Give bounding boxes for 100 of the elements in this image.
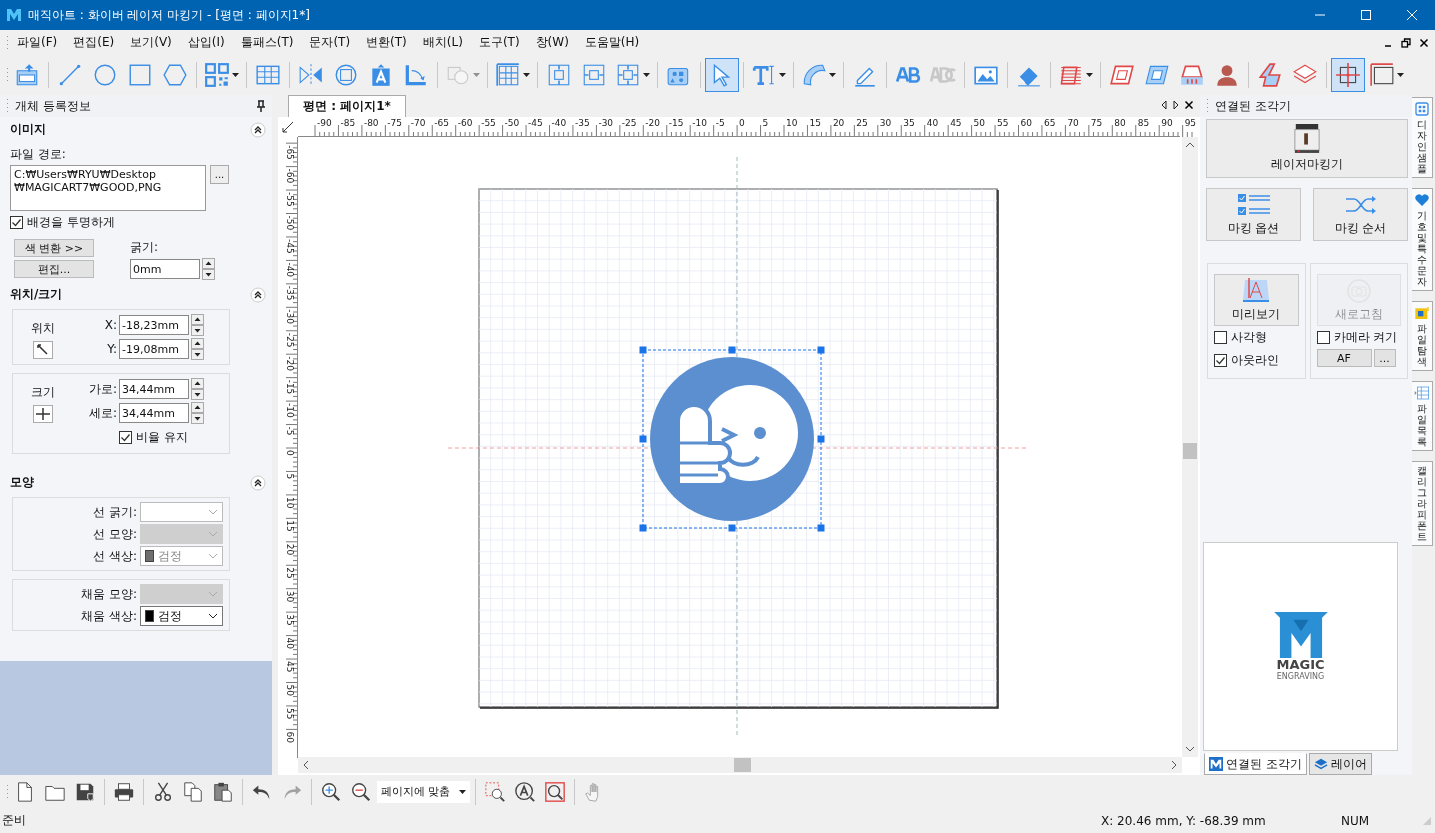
spin-button[interactable] [191, 338, 204, 360]
size-field[interactable]: 34,44mm [119, 379, 189, 399]
zoom-box-icon [543, 780, 566, 803]
menu-item[interactable]: 편집(E) [65, 34, 123, 51]
ruler-label: -25 [285, 332, 295, 348]
menu-item[interactable]: 파일(F) [9, 34, 66, 51]
spin-button[interactable] [202, 258, 215, 280]
ruler-label: 50 [285, 684, 295, 696]
machine-button[interactable]: 레이저마킹기 [1206, 119, 1408, 178]
zoom-dropdown[interactable]: 페이지에 맞춤 [377, 780, 470, 803]
ruler-label: 30 [879, 118, 892, 128]
selection-box[interactable] [639, 346, 825, 532]
side-tab[interactable]: 디자인 샘플 [1412, 97, 1433, 178]
printer-icon [113, 780, 135, 803]
anchor-icon[interactable] [33, 341, 53, 359]
side-tab[interactable]: 파일 목록 [1412, 381, 1433, 451]
option-button[interactable]: 마킹 옵션 [1206, 188, 1301, 241]
ruler-label: -20 [285, 356, 295, 371]
next-icon[interactable] [1172, 100, 1180, 110]
side-tab[interactable]: 파일 탐색 [1412, 301, 1433, 371]
scroll-thumb[interactable] [734, 758, 751, 772]
line-icon [57, 62, 83, 88]
dropdown[interactable]: 검정 [140, 606, 223, 626]
menu-item[interactable]: 삽입(I) [179, 34, 233, 51]
centered-box-icon [546, 62, 572, 88]
pin-icon[interactable] [256, 100, 266, 112]
ruler-label: -25 [621, 118, 637, 128]
menu-item[interactable]: 배치(L) [414, 34, 471, 51]
caret-icon [643, 73, 650, 77]
field-label: 굵기: [130, 239, 160, 256]
ruler-label: 5 [285, 473, 295, 480]
ruler-label: 40 [285, 637, 295, 650]
scrollbar[interactable] [298, 757, 1182, 773]
preview-button[interactable]: 미리보기 [1214, 274, 1299, 326]
menu-item[interactable]: 문자(T) [301, 34, 359, 51]
circle-icon [92, 62, 118, 88]
menu-item[interactable]: 창(W) [527, 34, 577, 51]
menu-item[interactable]: 도움말(H) [576, 34, 648, 51]
ruler-label: -55 [285, 192, 295, 207]
checkbox-label: 비율 유지 [136, 429, 188, 446]
ruler-corner-icon [283, 122, 293, 132]
close-icon[interactable] [1419, 37, 1429, 48]
color-convert-button[interactable]: 색 변환 >> [14, 239, 94, 257]
collapse-icon[interactable] [250, 474, 266, 491]
chevron-icon [208, 613, 218, 619]
size-field[interactable]: 34,44mm [119, 403, 189, 423]
document-tab[interactable]: 평면 : 페이지1* [288, 95, 406, 117]
tool-button[interactable] [1331, 58, 1365, 92]
section-heading: 이미지 [10, 121, 46, 138]
checkbox[interactable] [119, 431, 132, 444]
thickness-field[interactable]: 0mm [130, 259, 200, 279]
caret-icon [232, 73, 239, 77]
panel-tab[interactable]: 레이어 [1308, 753, 1372, 775]
menu-item[interactable]: 변환(T) [358, 34, 415, 51]
spin-button[interactable] [191, 378, 204, 400]
scroll-thumb[interactable] [1183, 443, 1197, 459]
qr-code-icon [204, 62, 230, 88]
menu-item[interactable]: 도구(T) [470, 34, 528, 51]
coordinate-field[interactable]: -19,08mm [119, 339, 189, 359]
status-text: 준비 [2, 812, 27, 829]
restore-icon[interactable] [1401, 37, 1411, 48]
collapse-icon[interactable] [250, 286, 266, 303]
checkbox[interactable] [1214, 354, 1227, 367]
spin-button[interactable] [191, 402, 204, 424]
ruler-label: -30 [598, 118, 614, 128]
panel-tab[interactable]: 연결된 조각기 [1204, 753, 1307, 775]
checkbox[interactable] [10, 216, 23, 229]
checkbox[interactable] [1214, 331, 1227, 344]
checkbox-label: 배경을 투명하게 [27, 214, 115, 231]
layers-icon [1313, 757, 1328, 771]
zoom-letter-icon [513, 780, 536, 803]
field-label: 선 모양: [93, 525, 137, 543]
smiley-thumbs-up-drawing[interactable] [650, 357, 814, 521]
option-button[interactable]: 마킹 순서 [1313, 188, 1408, 241]
side-tab[interactable]: 캘리그라피 폰트 [1412, 461, 1433, 546]
spin-button[interactable] [191, 314, 204, 336]
ruler-label: -45 [285, 238, 295, 254]
collapse-icon[interactable] [250, 121, 266, 138]
edit-button[interactable]: 편집... [14, 260, 94, 278]
ruler-label: -70 [410, 118, 426, 128]
path-field[interactable]: C:₩Users₩RYU₩Desktop ₩MAGICART7₩GOOD,PNG [10, 165, 206, 211]
side-tab[interactable]: 기호 및 특수문자 [1412, 188, 1433, 291]
resize-icon[interactable] [33, 405, 53, 423]
clipboard-icon [212, 780, 234, 803]
dropdown[interactable]: 검정 [140, 546, 223, 566]
scrollbar[interactable] [1182, 137, 1198, 757]
previous-icon[interactable] [1160, 100, 1168, 110]
close-icon[interactable] [1184, 100, 1194, 110]
coordinate-field[interactable]: -18,23mm [119, 315, 189, 335]
ruler-label: -50 [285, 215, 295, 231]
zoom-out-icon [350, 780, 372, 803]
copy-icon [182, 780, 204, 803]
menu-item[interactable]: 툴패스(T) [232, 34, 302, 51]
scissors-icon [152, 780, 174, 803]
browse-button[interactable]: ... [210, 165, 229, 184]
ruler-label: 40 [926, 118, 939, 128]
menu-item[interactable]: 보기(V) [122, 34, 180, 51]
ruler-label: -5 [285, 426, 295, 436]
dropdown[interactable] [140, 502, 223, 522]
ruler-label: -20 [645, 118, 660, 128]
